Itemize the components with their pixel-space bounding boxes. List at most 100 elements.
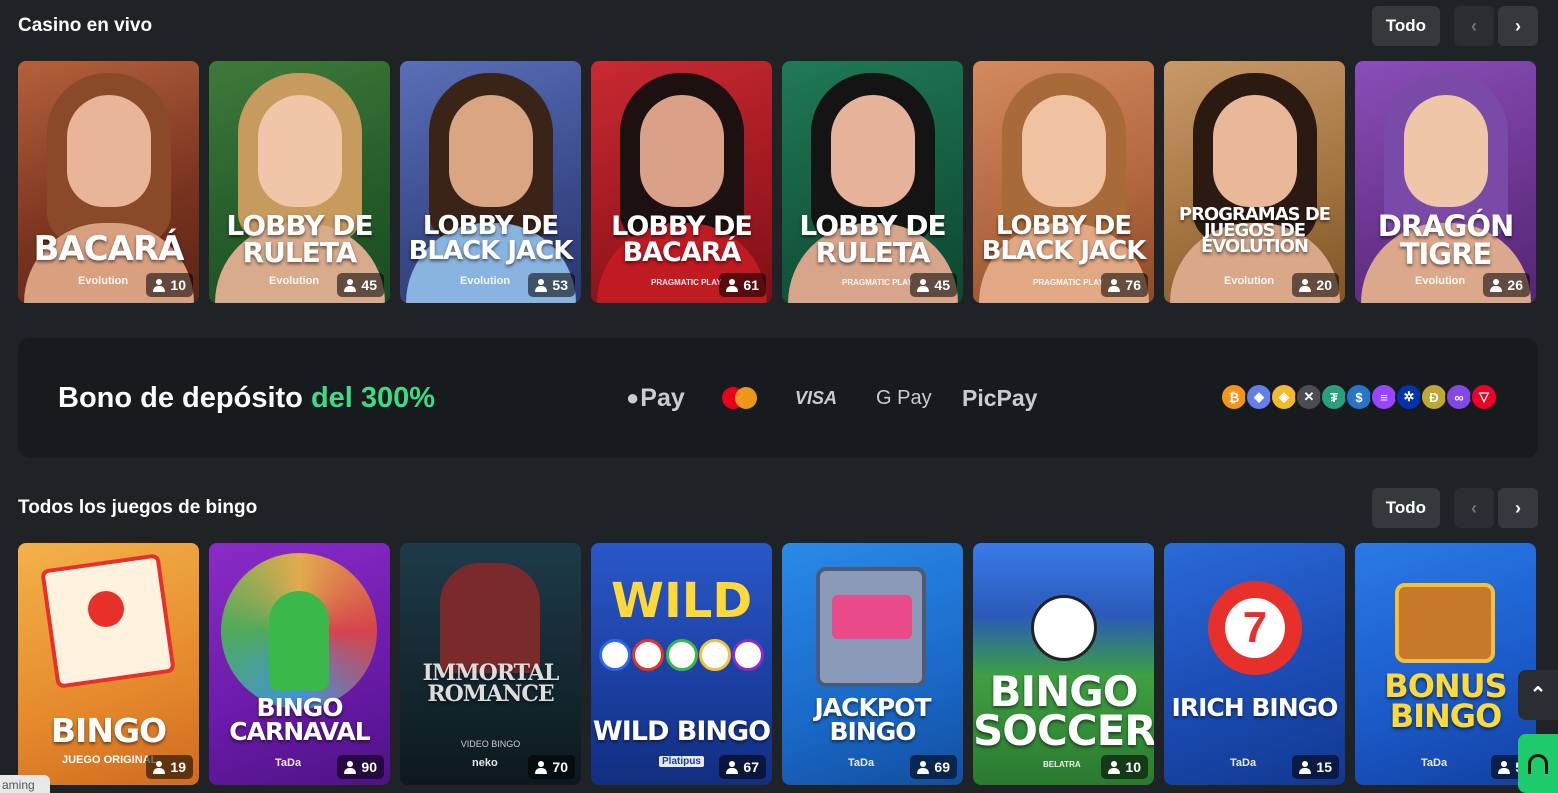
player-count: 53: [528, 273, 575, 297]
crypto-coin-icon: ◈: [1270, 383, 1298, 411]
game-title: PROGRAMAS DE JUEGOS DE EVOLUTION: [1178, 204, 1331, 258]
user-icon: [153, 760, 166, 774]
bingo-title: Todos los juegos de bingo: [18, 497, 258, 518]
chevron-right-icon[interactable]: ›: [1498, 488, 1538, 528]
player-count: 45: [337, 273, 384, 297]
provider-label: Evolution: [1224, 275, 1275, 287]
footer-tag: aming: [0, 775, 50, 793]
bingo-ball-image: [88, 591, 124, 627]
game-title: BINGO CARNAVAL: [229, 693, 370, 746]
chevron-left-icon[interactable]: ‹: [1454, 488, 1494, 528]
bingo-row: BINGO JUEGO ORIGINAL 19 BINGO CARNAVAL T…: [18, 543, 1536, 785]
apple-icon: ●: [626, 385, 640, 410]
chest-image: [1395, 583, 1495, 663]
provider-label: PRAGMATIC PLAY: [1033, 278, 1104, 287]
bingo-all-button[interactable]: Todo: [1371, 488, 1440, 528]
provider-label: Evolution: [1415, 275, 1466, 287]
game-title: JACKPOT BINGO: [814, 693, 932, 746]
user-icon: [1108, 760, 1121, 774]
game-title: LOBBY DE BACARÁ: [611, 211, 753, 268]
user-icon: [344, 760, 357, 774]
crypto-icons: ₿ ◆ ◈ ✕ ₮ $ ≡ ✲ Ð ∞ ▽: [1220, 383, 1498, 411]
user-icon: [1490, 278, 1503, 292]
live-game-card[interactable]: DRAGÓN TIGRE Evolution 26: [1355, 61, 1536, 303]
chevron-left-icon[interactable]: ‹: [1454, 6, 1494, 46]
game-subtitle: JUEGO ORIGINAL: [62, 754, 158, 766]
user-icon: [1299, 278, 1312, 292]
game-subtitle: VIDEO BINGO: [460, 739, 521, 749]
player-count: 69: [910, 755, 957, 779]
crypto-coin-icon: ∞: [1445, 383, 1473, 411]
provider-label: Platipus: [659, 756, 704, 767]
dealer-face: [1403, 95, 1488, 207]
provider-label: TaDa: [275, 757, 302, 769]
bingo-header: Todos los juegos de bingo Todo ‹ ›: [18, 488, 1538, 528]
player-count: 19: [146, 755, 193, 779]
player-count: 70: [528, 755, 575, 779]
bingo-controls: Todo ‹ ›: [1371, 488, 1538, 528]
game-title: LOBBY DE BLACK JACK: [408, 211, 574, 266]
dealer-face: [66, 95, 151, 207]
game-title: DRAGÓN TIGRE: [1377, 209, 1515, 271]
support-chat-button[interactable]: [1518, 734, 1558, 793]
bingo-game-card[interactable]: BINGO JUEGO ORIGINAL 19: [18, 543, 199, 785]
live-game-card[interactable]: LOBBY DE BACARÁ PRAGMATIC PLAY 61: [591, 61, 772, 303]
characters-image: [440, 563, 540, 673]
dealer-face: [257, 95, 342, 207]
bingo-game-card[interactable]: 7 IRICH BINGO TaDa 15: [1164, 543, 1345, 785]
bingo-game-card[interactable]: WILD WILD BINGO Platipus 67: [591, 543, 772, 785]
machine-screen-image: [832, 595, 912, 639]
crypto-coin-icon: Ð: [1420, 383, 1448, 411]
live-game-card[interactable]: LOBBY DE BLACK JACK PRAGMATIC PLAY 76: [973, 61, 1154, 303]
dealer-face: [448, 95, 533, 207]
bingo-game-card[interactable]: JACKPOT BINGO TaDa 69: [782, 543, 963, 785]
user-icon: [153, 278, 166, 292]
live-casino-row: BACARÁ Evolution 10 LOBBY DE RULETA Evol…: [18, 61, 1536, 303]
crypto-coin-icon: ▽: [1470, 383, 1498, 411]
live-game-card[interactable]: PROGRAMAS DE JUEGOS DE EVOLUTION Evoluti…: [1164, 61, 1345, 303]
user-icon: [726, 760, 739, 774]
live-game-card[interactable]: LOBBY DE BLACK JACK Evolution 53: [400, 61, 581, 303]
provider-label: Evolution: [460, 275, 511, 287]
crypto-coin-icon: ✕: [1295, 383, 1323, 411]
dealer-face: [639, 95, 724, 207]
live-game-card[interactable]: LOBBY DE RULETA PRAGMATIC PLAY 45: [782, 61, 963, 303]
chevron-right-icon[interactable]: ›: [1498, 6, 1538, 46]
provider-label: Evolution: [78, 275, 129, 287]
provider-label: TaDa: [1421, 757, 1448, 769]
dealer-face: [1021, 95, 1106, 207]
user-icon: [726, 278, 739, 292]
player-count: 20: [1292, 273, 1339, 297]
banner-headline: Bono de depósito del 300%: [58, 381, 436, 414]
live-casino-header: Casino en vivo Todo ‹ ›: [18, 6, 1538, 46]
seven-ball-image: 7: [1208, 581, 1302, 675]
user-icon: [1108, 278, 1121, 292]
wild-logo-image: WILD: [611, 573, 753, 629]
bingo-game-card[interactable]: BINGO CARNAVAL TaDa 90: [209, 543, 390, 785]
provider-label: Evolution: [269, 275, 320, 287]
player-count: 45: [910, 273, 957, 297]
player-count: 67: [719, 755, 766, 779]
live-game-card[interactable]: BACARÁ Evolution 10: [18, 61, 199, 303]
player-count: 26: [1483, 273, 1530, 297]
game-title: IMMORTAL ROMANCE: [422, 660, 560, 707]
provider-label: PRAGMATIC PLAY: [842, 278, 913, 287]
player-count: 15: [1292, 755, 1339, 779]
bingo-game-card[interactable]: IMMORTAL ROMANCE VIDEO BINGO neko 70: [400, 543, 581, 785]
apple-pay-logo: ● Pay: [626, 383, 685, 412]
crypto-coin-icon: ₿: [1220, 383, 1248, 411]
bingo-game-card[interactable]: BONUS BINGO TaDa 5: [1355, 543, 1536, 785]
dealer-face: [830, 95, 915, 207]
live-casino-all-button[interactable]: Todo: [1371, 6, 1440, 46]
user-icon: [917, 278, 930, 292]
scroll-top-button[interactable]: ⌃: [1518, 670, 1558, 720]
provider-label: TaDa: [1230, 757, 1257, 769]
crypto-coin-icon: ₮: [1320, 383, 1348, 411]
deposit-bonus-banner[interactable]: Bono de depósito del 300% ● Pay VISA G Pa…: [18, 338, 1538, 458]
soccer-ball-icon: [1031, 595, 1097, 661]
live-game-card[interactable]: LOBBY DE RULETA Evolution 45: [209, 61, 390, 303]
live-casino-title: Casino en vivo: [18, 15, 153, 36]
game-title: BINGO: [50, 711, 167, 750]
bingo-game-card[interactable]: BINGO SOCCER BELATRA 10: [973, 543, 1154, 785]
player-count: 90: [337, 755, 384, 779]
